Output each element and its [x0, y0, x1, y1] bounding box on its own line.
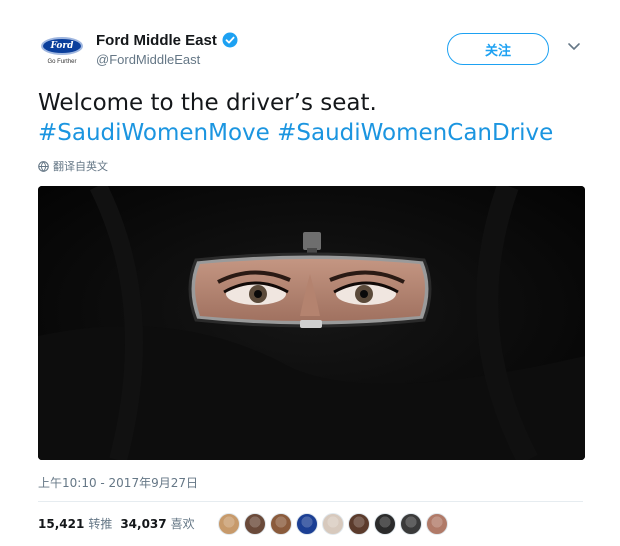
ford-logo-text: Ford	[50, 41, 74, 51]
user-avatar-7[interactable]	[374, 513, 396, 535]
retweet-label: 转推	[88, 517, 113, 531]
verified-badge-icon	[222, 32, 238, 48]
chevron-down-icon[interactable]	[567, 42, 581, 52]
rearview-mirror-eyes-image	[38, 186, 585, 460]
retweet-stat[interactable]: 15,421 转推	[38, 515, 112, 532]
translate-link[interactable]: 翻译自英文	[38, 158, 108, 174]
like-count: 34,037	[120, 516, 167, 531]
retweet-count: 15,421	[38, 516, 85, 531]
hashtag-link[interactable]: #SaudiWomenCanDrive	[277, 120, 553, 146]
user-avatar-5[interactable]	[322, 513, 344, 535]
user-avatar-9[interactable]	[426, 513, 448, 535]
ford-logo-tagline: Go Further	[47, 59, 77, 65]
tweet-stats: 15,421 转推 34,037 喜欢	[38, 515, 195, 532]
ford-logo-avatar[interactable]: Ford Go Further	[38, 34, 86, 82]
likers-avatar-list	[218, 513, 448, 535]
ford-logo-oval: Ford	[41, 37, 83, 55]
hashtag-link[interactable]: #SaudiWomenMove	[38, 120, 270, 146]
globe-icon	[38, 160, 49, 172]
user-avatar-2[interactable]	[244, 513, 266, 535]
account-name-row: Ford Middle East	[96, 30, 238, 50]
like-stat[interactable]: 34,037 喜欢	[120, 515, 194, 532]
tweet-timestamp[interactable]: 上午10:10 - 2017年9月27日	[38, 474, 198, 491]
user-avatar-1[interactable]	[218, 513, 240, 535]
display-name[interactable]: Ford Middle East	[96, 32, 217, 49]
tweet-text: Welcome to the driver’s seat. #SaudiWome…	[38, 88, 598, 148]
translate-label: 翻译自英文	[53, 160, 108, 173]
tweet-text-line: Welcome to the driver’s seat.	[38, 90, 377, 116]
divider	[38, 501, 583, 502]
tweet-photo[interactable]	[38, 186, 585, 460]
follow-button[interactable]: 关注	[447, 33, 549, 65]
user-avatar-8[interactable]	[400, 513, 422, 535]
like-label: 喜欢	[170, 517, 195, 531]
ford-logo-avatar[interactable]	[296, 513, 318, 535]
user-avatar-3[interactable]	[270, 513, 292, 535]
user-avatar-6[interactable]	[348, 513, 370, 535]
account-handle[interactable]: @FordMiddleEast	[96, 52, 200, 67]
